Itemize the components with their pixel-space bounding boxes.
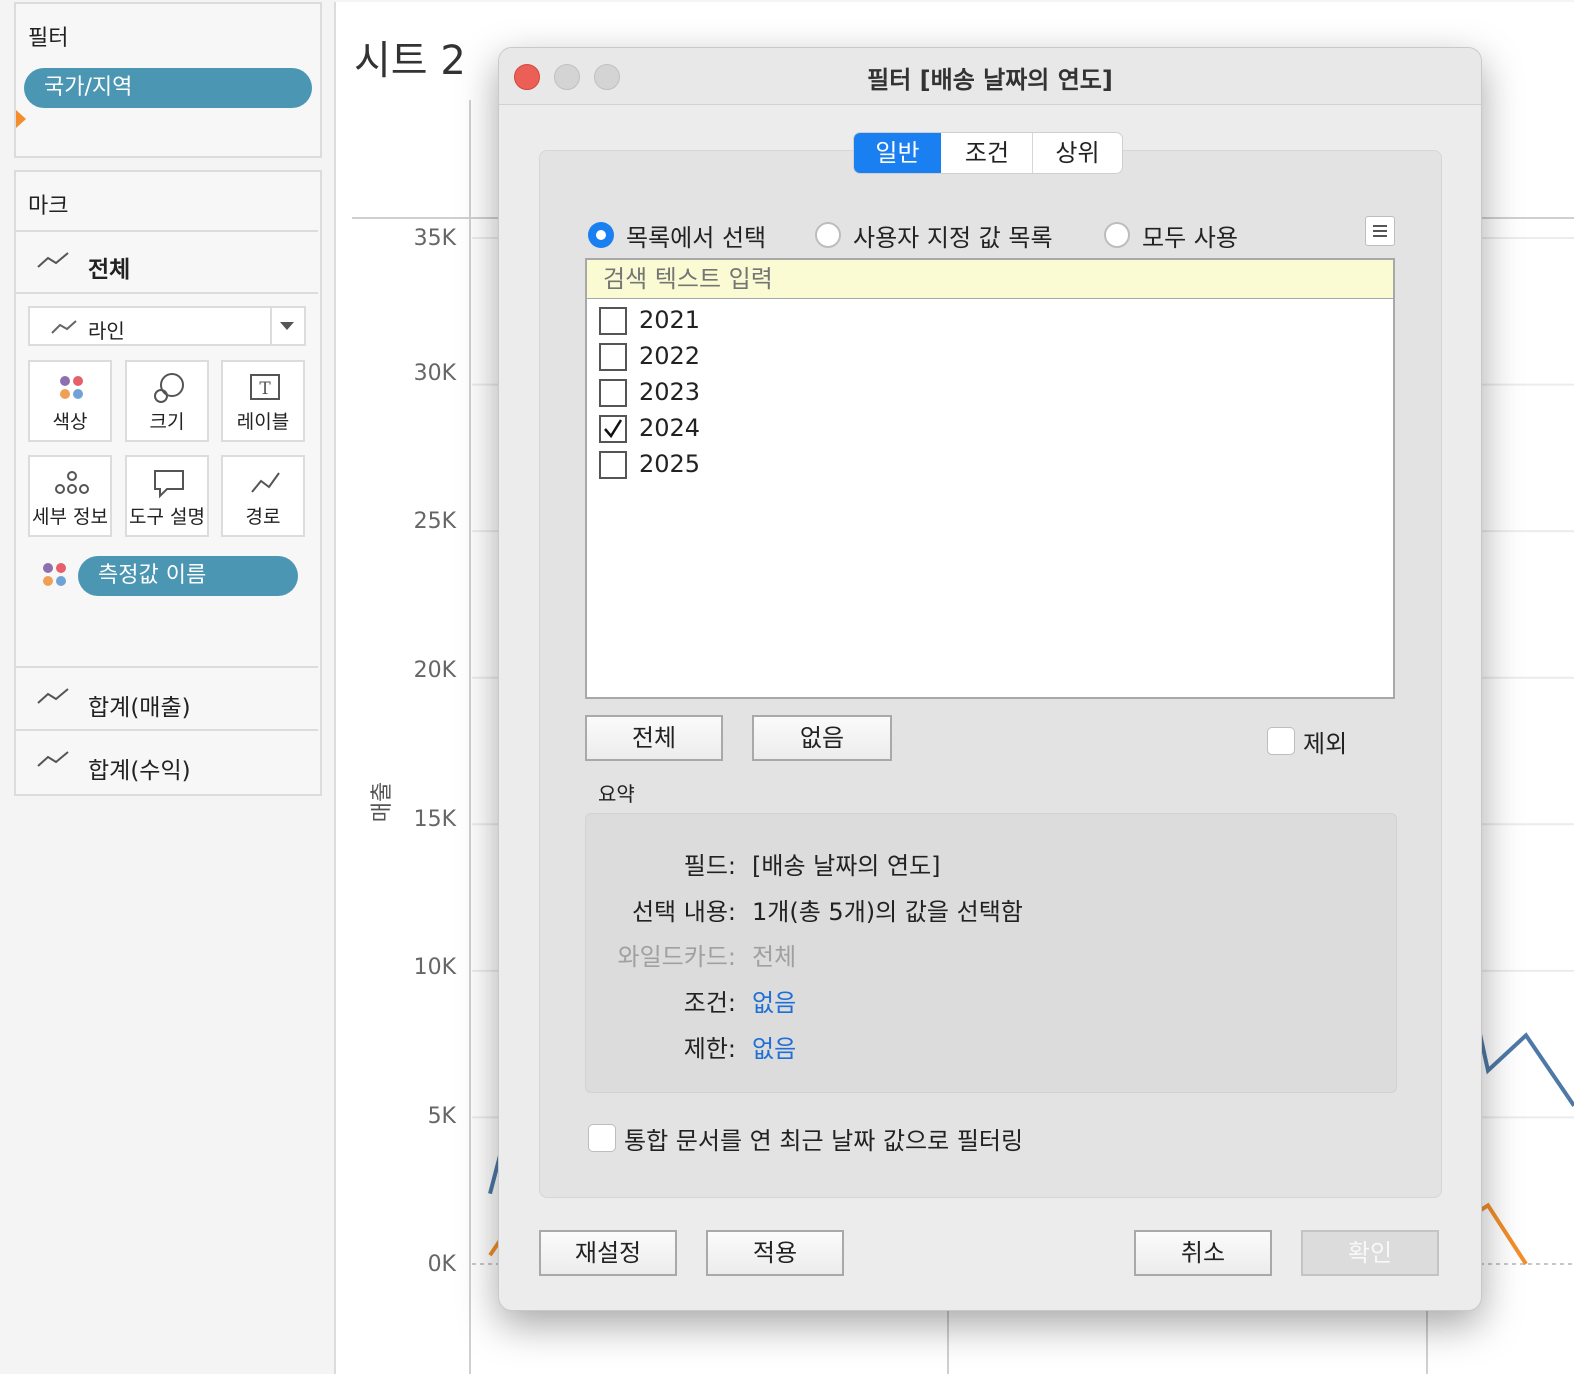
- radio-selected-dot: [596, 230, 606, 240]
- list-item[interactable]: 2021: [599, 305, 899, 339]
- list-item-label: 2025: [639, 450, 701, 478]
- dialog-titlebar[interactable]: 필터 [배송 날짜의 연도]: [499, 48, 1481, 105]
- filter-latest-date-label: 통합 문서를 연 최근 날짜 값으로 필터링: [624, 1127, 1024, 1155]
- checkmark-icon: [604, 419, 623, 439]
- cancel-button[interactable]: 취소: [1134, 1230, 1272, 1276]
- menu-line: [1373, 235, 1387, 237]
- list-item-label: 2023: [639, 378, 701, 406]
- search-input[interactable]: [585, 258, 1395, 300]
- tab-top[interactable]: 상위: [1033, 133, 1122, 173]
- list-item[interactable]: 2023: [599, 377, 899, 411]
- checkbox[interactable]: [599, 379, 627, 407]
- list-item[interactable]: 2025: [599, 449, 899, 483]
- list-item-label: 2021: [639, 306, 701, 334]
- series-line-0: [1468, 988, 1574, 1107]
- radio-unselected-indicator: [1104, 222, 1130, 248]
- summary-condition-label: 조건:: [683, 989, 736, 1017]
- checkbox[interactable]: [599, 343, 627, 371]
- list-item[interactable]: 2022: [599, 341, 899, 375]
- radio-custom-value-list[interactable]: 사용자 지정 값 목록: [815, 218, 1075, 252]
- radio-label: 모두 사용: [1142, 224, 1238, 252]
- exclude-checkbox-row[interactable]: 제외: [1267, 724, 1377, 758]
- menu-line: [1373, 230, 1387, 232]
- exclude-checkbox[interactable]: [1267, 727, 1295, 755]
- summary-selection-label: 선택 내용:: [631, 898, 736, 926]
- dialog-title: 필터 [배송 날짜의 연도]: [867, 66, 1113, 94]
- summary-wildcard-label: 와일드카드:: [617, 943, 737, 971]
- summary-wildcard-value: 전체: [752, 943, 797, 971]
- filter-latest-date-row[interactable]: 통합 문서를 연 최근 날짜 값으로 필터링: [588, 1121, 1048, 1155]
- summary-selection-value: 1개(총 5개)의 값을 선택함: [752, 898, 1023, 926]
- list-options-menu-icon[interactable]: [1365, 216, 1395, 246]
- apply-button[interactable]: 적용: [706, 1230, 844, 1276]
- radio-label: 사용자 지정 값 목록: [853, 224, 1053, 252]
- select-none-button[interactable]: 없음: [752, 715, 892, 761]
- radio-use-all[interactable]: 모두 사용: [1104, 218, 1254, 252]
- summary-title: 요약: [598, 782, 635, 806]
- ok-button[interactable]: 확인: [1301, 1230, 1439, 1276]
- list-item-label: 2022: [639, 342, 701, 370]
- filter-latest-date-checkbox[interactable]: [588, 1124, 616, 1152]
- list-item[interactable]: 2024: [599, 413, 899, 447]
- radio-select-from-list[interactable]: 목록에서 선택: [588, 218, 788, 252]
- checkbox-checked[interactable]: [599, 415, 627, 443]
- values-list: 2021 2022 2023 2024 2025: [585, 299, 1395, 699]
- select-all-button[interactable]: 전체: [585, 715, 723, 761]
- list-item-label: 2024: [639, 414, 701, 442]
- tab-general[interactable]: 일반: [854, 133, 941, 173]
- summary-box: 필드: [배송 날짜의 연도] 선택 내용: 1개(총 5개)의 값을 선택함 …: [585, 813, 1397, 1093]
- filter-dialog: 필터 [배송 날짜의 연도] 일반 조건 상위 목록에서 선택 사용자 지정 값…: [498, 47, 1482, 1311]
- summary-condition-link[interactable]: 없음: [752, 983, 796, 1018]
- summary-limit-label: 제한:: [683, 1035, 736, 1063]
- radio-unselected-indicator: [815, 222, 841, 248]
- radio-label: 목록에서 선택: [626, 224, 767, 252]
- menu-line: [1373, 225, 1387, 227]
- summary-limit-link[interactable]: 없음: [752, 1029, 796, 1064]
- exclude-label: 제외: [1303, 730, 1348, 758]
- summary-field-label: 필드:: [683, 852, 736, 880]
- checkbox[interactable]: [599, 451, 627, 479]
- checkbox[interactable]: [599, 307, 627, 335]
- reset-button[interactable]: 재설정: [539, 1230, 677, 1276]
- tab-bar: 일반 조건 상위: [853, 132, 1123, 174]
- tab-condition[interactable]: 조건: [942, 133, 1033, 173]
- summary-field-value: [배송 날짜의 연도]: [752, 852, 941, 880]
